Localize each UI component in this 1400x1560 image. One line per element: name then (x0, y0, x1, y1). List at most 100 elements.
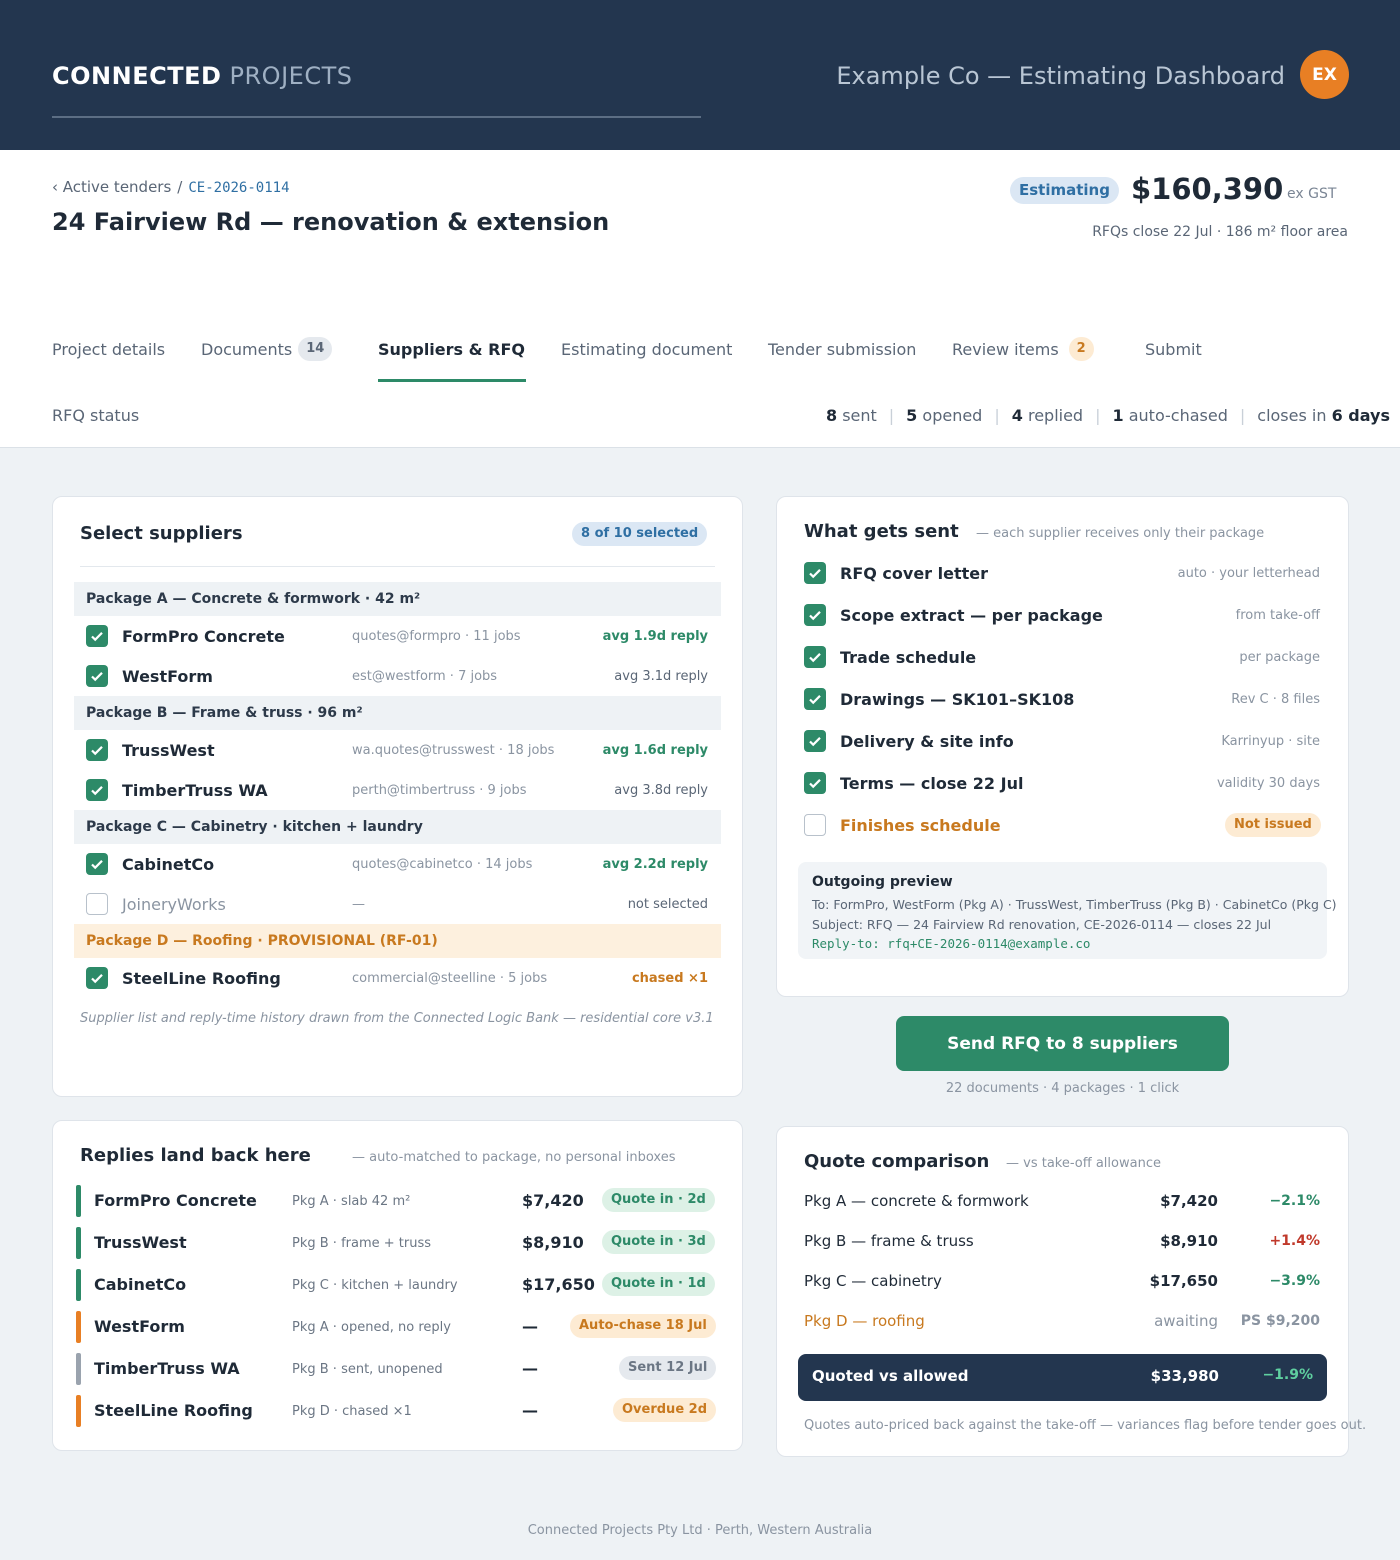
tab-documents[interactable]: Documents 14 (201, 337, 333, 361)
reply-amount: $7,420 (522, 1191, 584, 1210)
quoted-vs-allowed-total: Quoted vs allowed $33,980 −1.9% (798, 1354, 1327, 1401)
supplier-reply-time: avg 2.2d reply (602, 857, 708, 872)
reply-status-badge: Auto-chase 18 Jul (570, 1314, 716, 1338)
tab-label: Estimating document (561, 340, 733, 359)
reply-amount: — (522, 1359, 538, 1378)
sent-label: sent (842, 406, 877, 425)
package-b-header: Package B — Frame & truss · 96 m² (74, 696, 721, 730)
check-icon (809, 611, 821, 621)
reply-meta: Pkg C · kitchen + laundry (292, 1278, 458, 1293)
chased-label: auto-chased (1128, 406, 1228, 425)
document-meta: validity 30 days (1216, 776, 1320, 791)
supplier-contact: quotes@cabinetco · 14 jobs (352, 857, 533, 872)
dashboard-title: Example Co — Estimating Dashboard (836, 62, 1285, 90)
reply-meta: Pkg D · chased ×1 (292, 1404, 412, 1419)
comparison-amount: awaiting (1154, 1312, 1218, 1330)
tab-review-items[interactable]: Review items 2 (952, 337, 1094, 361)
supplier-reply-time: avg 1.9d reply (602, 629, 708, 644)
tab-project-details[interactable]: Project details (52, 340, 165, 359)
reply-supplier-name: SteelLine Roofing (94, 1401, 253, 1420)
supplier-checkbox[interactable] (86, 625, 108, 647)
comparison-amount: $8,910 (1160, 1232, 1218, 1250)
page-footer: Connected Projects Pty Ltd · Perth, West… (527, 1523, 873, 1538)
reply-status-badge: Quote in · 1d (602, 1272, 715, 1296)
supplier-reply-time: avg 3.8d reply (614, 783, 708, 798)
supplier-checkbox[interactable] (86, 853, 108, 875)
reply-status-badge: Overdue 2d (613, 1398, 717, 1422)
tab-label: Suppliers & RFQ (378, 340, 525, 359)
supplier-name: TimberTruss WA (122, 781, 268, 800)
comparison-label: Pkg C — cabinetry (804, 1272, 942, 1290)
supplier-contact: — (352, 897, 365, 912)
total-label: Quoted vs allowed (812, 1367, 969, 1385)
breadcrumb-parent-link[interactable]: ‹ Active tenders (52, 178, 171, 196)
supplier-checkbox[interactable] (86, 893, 108, 915)
supplier-reply-time: not selected (627, 897, 708, 912)
send-rfq-button[interactable]: Send RFQ to 8 suppliers (896, 1016, 1229, 1071)
tab-count-badge: 14 (298, 337, 333, 361)
supplier-name: JoineryWorks (122, 895, 226, 914)
replies-subtitle: — auto-matched to package, no personal i… (352, 1150, 676, 1165)
document-label: Terms — close 22 Jul (840, 774, 1024, 793)
document-checkbox[interactable] (804, 814, 826, 836)
tab-suppliers-rfq[interactable]: Suppliers & RFQ (378, 340, 525, 359)
rfq-status-stats: 8 sent | 5 opened | 4 replied | 1 auto-chased |… (825, 406, 1390, 425)
closes-info: RFQs close 22 Jul · 186 m² floor area (1092, 224, 1348, 240)
quote-comparison-subtitle: — vs take-off allowance (1006, 1156, 1161, 1171)
document-checkbox[interactable] (804, 604, 826, 626)
avatar[interactable]: EX (1300, 50, 1349, 99)
status-bar (76, 1269, 81, 1301)
supplier-checkbox[interactable] (86, 665, 108, 687)
brand-logo[interactable]: CONNECTED PROJECTS (52, 62, 352, 90)
tab-count-badge: 2 (1068, 337, 1094, 361)
comparison-variance: −3.9% (1269, 1273, 1320, 1289)
package-d-header: Package D — Roofing · PROVISIONAL (RF-01… (74, 924, 721, 958)
reply-amount: — (522, 1317, 538, 1336)
supplier-contact: commercial@steelline · 5 jobs (352, 971, 548, 986)
check-icon (91, 632, 103, 642)
tab-submit[interactable]: Submit (1145, 340, 1202, 359)
package-c-header: Package C — Cabinetry · kitchen + laundr… (74, 810, 721, 844)
document-checkbox[interactable] (804, 730, 826, 752)
supplier-name: CabinetCo (122, 855, 215, 874)
comparison-variance: PS $9,200 (1240, 1313, 1320, 1329)
supplier-reply-time: avg 3.1d reply (614, 669, 708, 684)
tab-label: Documents (201, 340, 293, 359)
supplier-contact: est@westform · 7 jobs (352, 669, 498, 684)
reply-supplier-name: FormPro Concrete (94, 1191, 257, 1210)
supplier-checkbox[interactable] (86, 967, 108, 989)
supplier-checkbox[interactable] (86, 779, 108, 801)
supplier-contact: perth@timbertruss · 9 jobs (352, 783, 527, 798)
project-total: $160,390 (1131, 172, 1284, 206)
comparison-variance: −2.1% (1269, 1193, 1320, 1209)
document-checkbox[interactable] (804, 688, 826, 710)
supplier-contact: quotes@formpro · 11 jobs (352, 629, 521, 644)
supplier-checkbox[interactable] (86, 739, 108, 761)
sent-count: 8 (825, 406, 838, 425)
comparison-footnote: Quotes auto-priced back against the take… (804, 1418, 1367, 1433)
tab-estimating-document[interactable]: Estimating document (561, 340, 732, 359)
brand-bold: CONNECTED (52, 62, 222, 90)
tab-label: Tender submission (768, 340, 917, 359)
check-icon (809, 737, 821, 747)
total-amount: $33,980 (1150, 1367, 1219, 1385)
select-suppliers-title: Select suppliers (80, 523, 243, 544)
check-icon (809, 569, 821, 579)
tab-tender-submission[interactable]: Tender submission (768, 340, 916, 359)
quote-comparison-card (776, 1126, 1349, 1457)
reply-status-badge: Quote in · 2d (602, 1188, 715, 1212)
comparison-amount: $17,650 (1149, 1272, 1218, 1290)
document-checkbox[interactable] (804, 772, 826, 794)
check-icon (91, 746, 103, 756)
document-checkbox[interactable] (804, 562, 826, 584)
document-meta: Karrinyup · site (1221, 734, 1320, 749)
package-a-header: Package A — Concrete & formwork · 42 m² (74, 582, 721, 616)
what-gets-sent-subtitle: — each supplier receives only their pack… (976, 526, 1265, 541)
check-icon (91, 786, 103, 796)
comparison-amount: $7,420 (1160, 1192, 1218, 1210)
document-checkbox[interactable] (804, 646, 826, 668)
active-tab-underline (378, 379, 526, 382)
comparison-label: Pkg A — concrete & formwork (804, 1192, 1029, 1210)
project-code: CE-2026-0114 (188, 180, 290, 196)
reply-amount: — (522, 1401, 538, 1420)
